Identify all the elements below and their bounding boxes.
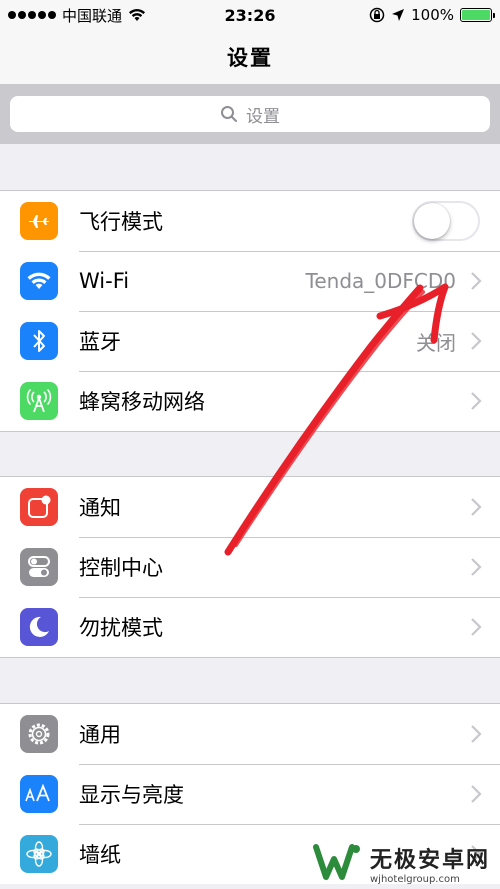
settings-row-control-center[interactable]: 控制中心 (0, 537, 500, 597)
settings-row-wifi[interactable]: Wi-Fi Tenda_0DFCD0 (0, 251, 500, 311)
signal-strength-icon (8, 11, 56, 19)
watermark-text: 无极安卓网 wjhotelgroup.com (370, 842, 490, 885)
toggle-knob (414, 203, 450, 239)
battery-percent: 100% (411, 6, 454, 24)
status-time: 23:26 (224, 5, 276, 25)
chevron-right-icon (471, 725, 482, 743)
chevron-right-icon (471, 618, 482, 636)
wifi-status-icon (129, 9, 146, 21)
settings-row-airplane-mode[interactable]: 飞行模式 (0, 191, 500, 251)
chevron-right-icon (471, 498, 482, 516)
row-label: 通用 (79, 723, 121, 747)
search-area: 设置 (0, 84, 500, 144)
wifi-network-name: Tenda_0DFCD0 (305, 269, 456, 293)
gear-icon (20, 715, 58, 753)
row-label: 控制中心 (79, 556, 163, 580)
row-label: Wi-Fi (79, 269, 130, 293)
airplane-icon (20, 202, 58, 240)
bluetooth-icon (20, 322, 58, 360)
status-left: 中国联通 (8, 5, 178, 26)
battery-icon (460, 8, 495, 22)
watermark: 无极安卓网 wjhotelgroup.com (312, 838, 497, 888)
settings-row-bluetooth[interactable]: 蓝牙 关闭 (0, 311, 500, 371)
watermark-logo (313, 844, 360, 880)
navigation-bar: 设置 (0, 30, 500, 84)
settings-row-cellular[interactable]: 蜂窝移动网络 (0, 371, 500, 431)
chevron-right-icon (471, 392, 482, 410)
settings-row-display-brightness[interactable]: 显示与亮度 (0, 764, 500, 824)
settings-group-connectivity: 飞行模式 Wi-Fi Tenda_0DFCD0 蓝牙 关闭 蜂窝移动网络 (0, 190, 500, 432)
row-label: 勿扰模式 (79, 616, 163, 640)
search-placeholder: 设置 (246, 106, 280, 127)
control-center-icon (20, 548, 58, 586)
row-label: 飞行模式 (79, 210, 163, 234)
watermark-url: wjhotelgroup.com (370, 873, 460, 885)
chevron-right-icon (471, 332, 482, 350)
settings-group-notifications: 通知 控制中心 勿扰模式 (0, 476, 500, 658)
watermark-title: 无极安卓网 (370, 847, 491, 873)
moon-icon (20, 608, 58, 646)
battery-level-fill (462, 10, 490, 20)
carrier-name: 中国联通 (62, 6, 123, 25)
chevron-right-icon (471, 558, 482, 576)
wifi-icon (20, 262, 58, 300)
airplane-mode-toggle[interactable] (412, 201, 480, 241)
location-icon (392, 9, 405, 21)
settings-row-notifications[interactable]: 通知 (0, 477, 500, 537)
cellular-icon (20, 382, 58, 420)
page-title: 设置 (227, 46, 273, 70)
chevron-right-icon (471, 785, 482, 803)
rotation-lock-icon (369, 7, 385, 23)
settings-row-do-not-disturb[interactable]: 勿扰模式 (0, 597, 500, 657)
bluetooth-status: 关闭 (416, 330, 456, 355)
wallpaper-icon (20, 835, 58, 873)
search-icon (221, 106, 237, 122)
notification-icon (20, 488, 58, 526)
search-input[interactable]: 设置 (10, 96, 490, 132)
settings-row-general[interactable]: 通用 (0, 704, 500, 764)
row-label: 蜂窝移动网络 (79, 390, 205, 414)
row-label: 蓝牙 (79, 330, 121, 354)
status-bar: 中国联通 23:26 100% (0, 0, 500, 30)
row-label: 显示与亮度 (79, 783, 184, 807)
status-right: 100% (322, 6, 495, 24)
row-label: 通知 (79, 496, 121, 520)
chevron-right-icon (471, 272, 482, 290)
display-icon (20, 775, 58, 813)
